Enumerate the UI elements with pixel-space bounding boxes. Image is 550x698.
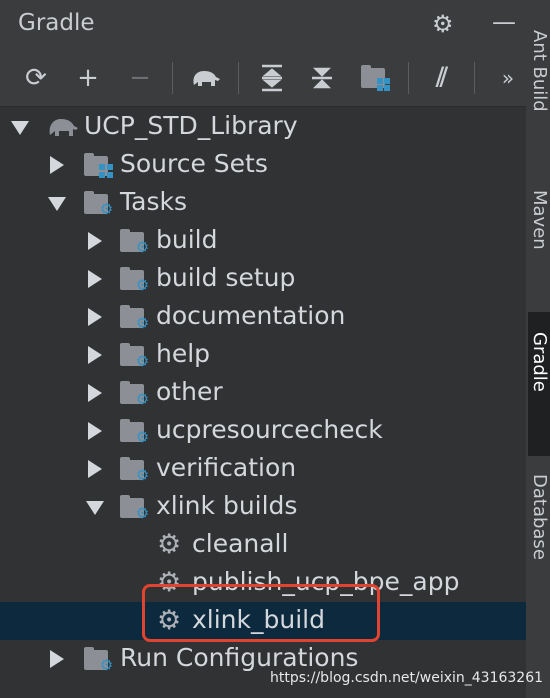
chevron-down-icon[interactable] bbox=[86, 501, 104, 515]
refresh-icon[interactable]: ⟳ bbox=[18, 60, 54, 96]
chevron-right-icon[interactable] bbox=[88, 460, 102, 478]
side-tool-strip: Ant Build Maven Gradle Database bbox=[526, 0, 550, 698]
chevron-right-icon[interactable] bbox=[88, 422, 102, 440]
elephant-icon[interactable] bbox=[188, 60, 224, 96]
gradle-toolbar: ⟳ + − ⫽ » bbox=[0, 50, 526, 107]
tree-item-group[interactable]: ⚙ ucpresourcecheck bbox=[0, 412, 526, 450]
tab-database[interactable]: Database bbox=[528, 474, 550, 654]
highlight-box bbox=[142, 584, 380, 642]
task-folder-icon: ⚙ bbox=[120, 495, 150, 521]
panel-header: Gradle ⚙ — bbox=[0, 0, 526, 50]
tree-item-group[interactable]: ⚙ help bbox=[0, 336, 526, 374]
task-folder-icon: ⚙ bbox=[120, 343, 150, 369]
tree-item-task[interactable]: ⚙ cleanall bbox=[0, 526, 526, 564]
project-name: UCP_STD_Library bbox=[84, 111, 298, 140]
chevron-right-icon[interactable] bbox=[88, 232, 102, 250]
tree-item-group[interactable]: ⚙ other bbox=[0, 374, 526, 412]
tree-item-label: Source Sets bbox=[120, 149, 268, 178]
watermark: https://blog.csdn.net/weixin_43163261 bbox=[270, 670, 544, 686]
chevron-right-icon[interactable] bbox=[88, 346, 102, 364]
task-folder-icon: ⚙ bbox=[84, 647, 114, 673]
tree-item-label: ucpresourcecheck bbox=[156, 415, 383, 444]
offline-icon[interactable]: ⫽ bbox=[424, 60, 460, 96]
tree-item-group[interactable]: ⚙ xlink builds bbox=[0, 488, 526, 526]
chevron-down-icon[interactable] bbox=[48, 197, 66, 211]
task-folder-icon: ⚙ bbox=[120, 229, 150, 255]
chevron-down-icon[interactable] bbox=[11, 121, 29, 135]
expand-all-icon[interactable] bbox=[254, 60, 290, 96]
chevron-right-icon[interactable] bbox=[50, 650, 64, 668]
tab-maven[interactable]: Maven bbox=[528, 190, 550, 300]
task-folder-icon: ⚙ bbox=[120, 267, 150, 293]
remove-icon[interactable]: − bbox=[122, 60, 158, 96]
tree-item-label: Tasks bbox=[120, 187, 187, 216]
task-folder-icon: ⚙ bbox=[120, 381, 150, 407]
toolbar-separator bbox=[172, 62, 173, 94]
panel-title: Gradle bbox=[18, 10, 95, 36]
toolbar-separator bbox=[238, 62, 239, 94]
tree-item-tasks[interactable]: ⚙ Tasks bbox=[0, 184, 526, 222]
source-folder-icon bbox=[84, 153, 114, 179]
tree-item-label: xlink builds bbox=[156, 491, 298, 520]
tree-item-label: other bbox=[156, 377, 223, 406]
tree-item-source-sets[interactable]: Source Sets bbox=[0, 146, 526, 184]
add-icon[interactable]: + bbox=[70, 60, 106, 96]
elephant-icon bbox=[46, 115, 80, 139]
tree-item-label: cleanall bbox=[192, 529, 289, 558]
tab-gradle[interactable]: Gradle bbox=[528, 312, 550, 456]
gear-icon: ⚙ bbox=[157, 529, 182, 560]
tree-item-group[interactable]: ⚙ verification bbox=[0, 450, 526, 488]
tree-item-label: build bbox=[156, 225, 218, 254]
chevron-right-icon[interactable] bbox=[88, 384, 102, 402]
gradle-panel: Gradle ⚙ — ⟳ + − ⫽ » UCP_STD_Library Sou… bbox=[0, 0, 526, 698]
task-folder-icon: ⚙ bbox=[120, 419, 150, 445]
tree-item-group[interactable]: ⚙ build bbox=[0, 222, 526, 260]
tree-root[interactable]: UCP_STD_Library bbox=[0, 108, 526, 146]
toolbar-separator bbox=[474, 62, 475, 94]
chevron-right-icon[interactable] bbox=[50, 156, 64, 174]
more-icon[interactable]: » bbox=[490, 60, 526, 96]
task-folder-icon: ⚙ bbox=[120, 457, 150, 483]
tree-item-group[interactable]: ⚙ documentation bbox=[0, 298, 526, 336]
tree-item-label: build setup bbox=[156, 263, 296, 292]
task-folder-icon: ⚙ bbox=[120, 305, 150, 331]
chevron-right-icon[interactable] bbox=[88, 308, 102, 326]
tree-item-label: documentation bbox=[156, 301, 346, 330]
tree-item-label: verification bbox=[156, 453, 297, 482]
tree-item-label: help bbox=[156, 339, 211, 368]
tree-item-label: Run Configurations bbox=[120, 643, 359, 672]
tab-ant-build[interactable]: Ant Build bbox=[528, 30, 550, 160]
toolbar-separator bbox=[408, 62, 409, 94]
task-folder-icon: ⚙ bbox=[84, 191, 114, 217]
minus-icon[interactable]: — bbox=[492, 8, 516, 36]
tree-item-group[interactable]: ⚙ build setup bbox=[0, 260, 526, 298]
module-icon[interactable] bbox=[358, 60, 394, 96]
collapse-all-icon[interactable] bbox=[304, 60, 340, 96]
chevron-right-icon[interactable] bbox=[88, 270, 102, 288]
gear-icon[interactable]: ⚙ bbox=[432, 10, 454, 38]
